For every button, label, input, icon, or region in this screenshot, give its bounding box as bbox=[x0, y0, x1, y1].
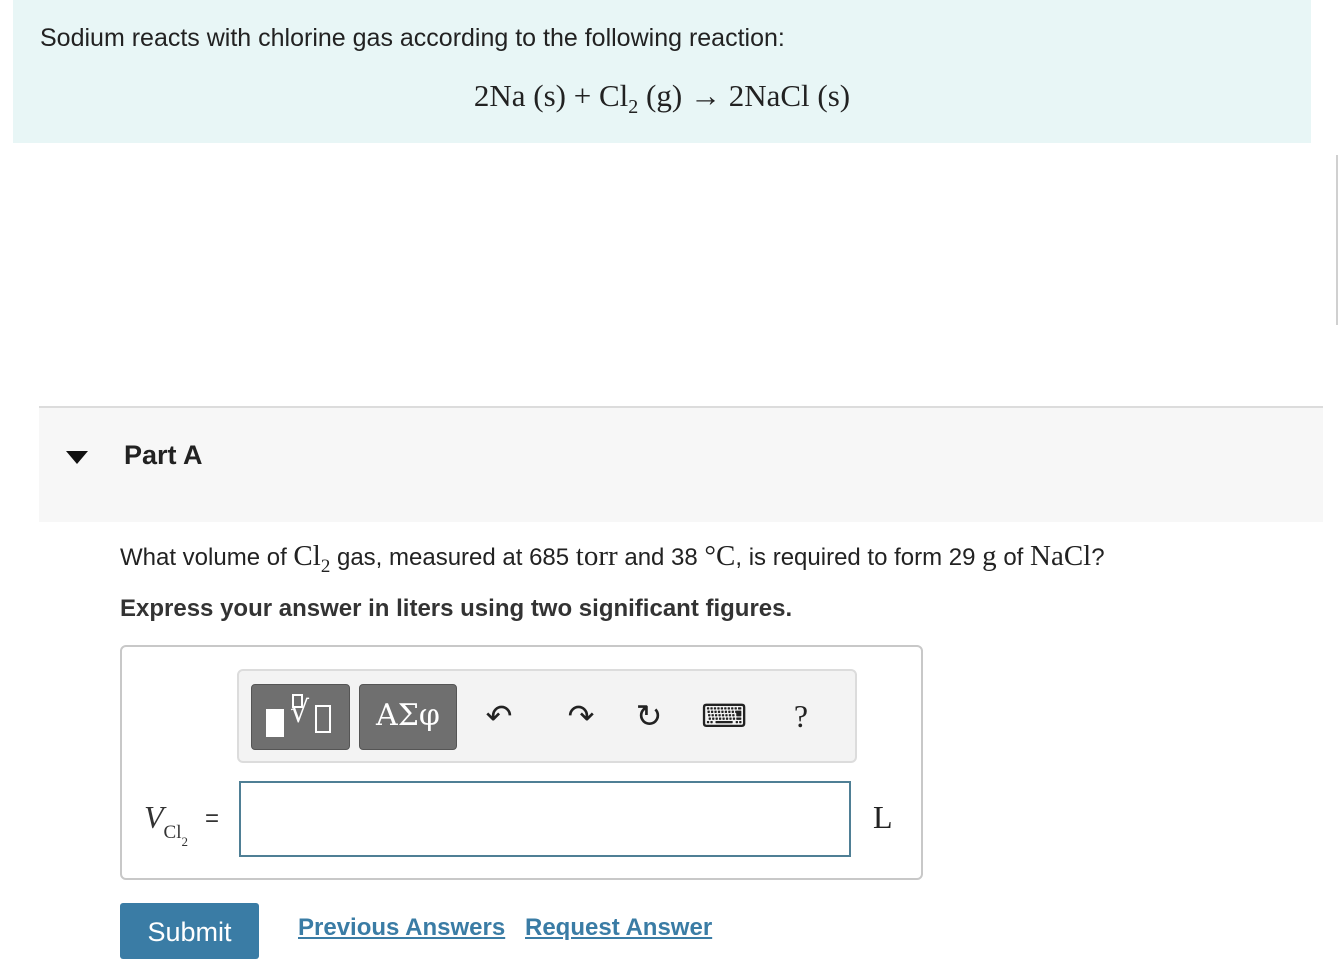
answer-unit: L bbox=[873, 799, 893, 835]
scroll-edge-divider bbox=[1336, 155, 1338, 325]
answer-input[interactable] bbox=[239, 781, 851, 857]
previous-answers-link[interactable]: Previous Answers bbox=[298, 914, 505, 942]
answer-variable-label: VCl2 bbox=[144, 799, 188, 850]
request-answer-link[interactable]: Request Answer bbox=[525, 914, 712, 942]
collapse-caret-icon[interactable] bbox=[66, 451, 88, 464]
reaction-equation: 2Na (s) + Cl2 (g) → 2NaCl (s) bbox=[13, 78, 1311, 119]
equation-reactant2-state: (g) bbox=[638, 78, 683, 113]
keyboard-icon[interactable]: ⌨ bbox=[701, 691, 747, 741]
template-radicand-icon bbox=[315, 705, 331, 733]
help-button[interactable]: ? bbox=[781, 691, 821, 741]
undo-icon[interactable]: ↶ bbox=[479, 691, 519, 741]
equation-subscript: 2 bbox=[628, 96, 639, 119]
question-text: What volume of Cl2 gas, measured at 685 … bbox=[120, 540, 1105, 577]
answer-box: √ ΑΣφ ↶ ↷ ↻ ⌨ ? VCl2 = L bbox=[120, 645, 923, 880]
templates-button[interactable]: √ bbox=[251, 684, 350, 750]
part-a-header[interactable]: Part A bbox=[39, 406, 1323, 522]
redo-icon[interactable]: ↷ bbox=[561, 691, 601, 741]
math-toolbar: √ ΑΣφ ↶ ↷ ↻ ⌨ ? bbox=[237, 669, 857, 763]
template-block-icon bbox=[266, 709, 284, 737]
submit-button[interactable]: Submit bbox=[120, 903, 259, 959]
answer-instruction: Express your answer in liters using two … bbox=[120, 595, 793, 622]
problem-intro: Sodium reacts with chlorine gas accordin… bbox=[13, 0, 1311, 143]
equation-arrow: → bbox=[682, 78, 729, 113]
intro-text: Sodium reacts with chlorine gas accordin… bbox=[40, 24, 785, 52]
reset-icon[interactable]: ↻ bbox=[629, 691, 669, 741]
symbols-button[interactable]: ΑΣφ bbox=[359, 684, 457, 750]
equation-reactant1: 2Na (s) + Cl bbox=[473, 78, 629, 113]
part-title: Part A bbox=[124, 440, 203, 470]
equation-product: 2NaCl (s) bbox=[728, 78, 851, 113]
equals-sign: = bbox=[205, 805, 220, 832]
sqrt-icon: √ bbox=[290, 695, 310, 730]
